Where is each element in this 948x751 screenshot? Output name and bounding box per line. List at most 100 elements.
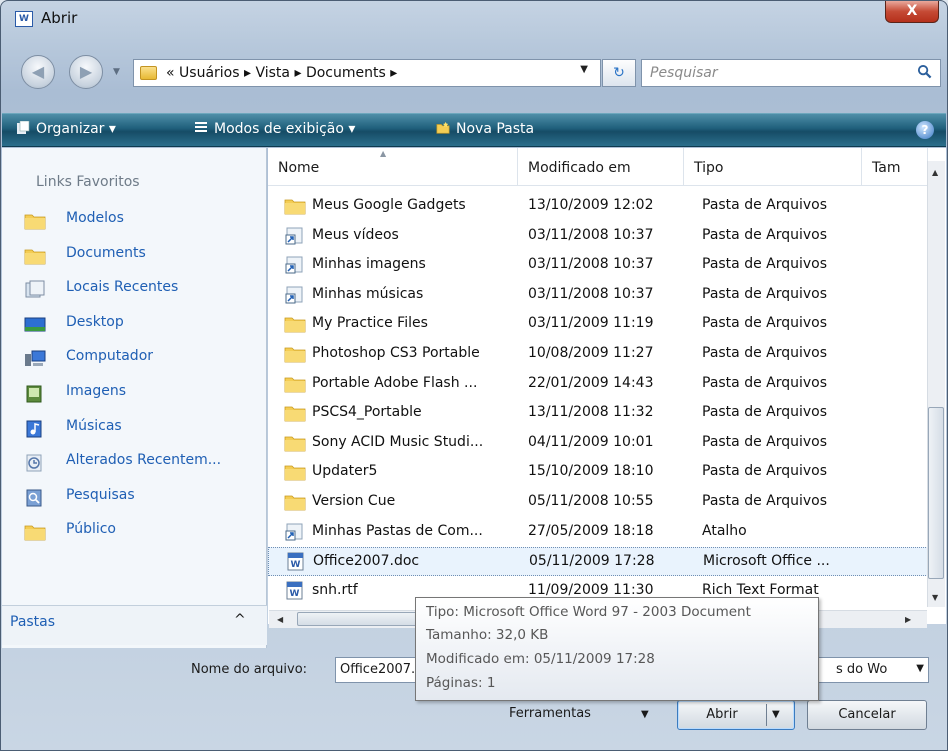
file-modified: 13/11/2008 11:32 <box>528 404 654 421</box>
sidebar-item-locais-recentes[interactable]: Locais Recentes <box>24 278 264 300</box>
window-title: Abrir <box>41 9 78 27</box>
file-row[interactable]: Minhas Pastas de Com... 27/05/2009 18:18 A… <box>268 518 928 547</box>
file-type: Pasta de Arquivos <box>702 433 828 450</box>
computer-icon <box>24 349 46 367</box>
sidebar-item-musicas[interactable]: Músicas <box>24 417 264 439</box>
file-row[interactable]: Sony ACID Music Studi... 04/11/2009 10:01… <box>268 429 928 458</box>
navigation-pane: Links Favoritos Modelos Documents Locais R… <box>2 148 267 648</box>
column-header-modified[interactable]: Modificado em <box>518 148 684 186</box>
sidebar-item-publico[interactable]: Público <box>24 520 264 542</box>
folder-icon <box>24 522 46 541</box>
recent-places-icon <box>24 280 46 298</box>
folders-label: Pastas <box>10 614 56 630</box>
desktop-icon <box>24 315 46 333</box>
breadcrumb-overflow[interactable]: « <box>166 65 175 81</box>
shortcut-icon <box>284 226 304 245</box>
word-app-icon: W <box>15 11 33 27</box>
scroll-left-icon[interactable]: ◀ <box>277 615 283 624</box>
recently-changed-icon <box>24 453 46 472</box>
vertical-scroll-thumb[interactable] <box>928 407 944 579</box>
file-name: PSCS4_Portable <box>312 404 422 421</box>
chevron-up-icon: ^ <box>234 612 246 628</box>
recent-pages-dropdown[interactable]: ▼ <box>113 67 120 77</box>
search-box[interactable]: Pesquisar <box>641 59 941 87</box>
scroll-down-icon[interactable]: ▼ <box>932 593 938 602</box>
close-button[interactable]: X <box>885 1 939 23</box>
file-row[interactable]: Portable Adobe Flash ... 22/01/2009 14:43… <box>268 370 928 399</box>
file-row[interactable]: Version Cue 05/11/2008 10:55 Pasta de Arqu… <box>268 488 928 517</box>
open-options-dropdown-icon[interactable]: ▼ <box>772 701 780 729</box>
breadcrumb-separator[interactable]: ▸ <box>244 65 251 81</box>
sidebar-item-modelos[interactable]: Modelos <box>24 209 264 231</box>
forward-button[interactable]: ▶ <box>69 55 103 89</box>
file-modified: 03/11/2008 10:37 <box>528 285 654 302</box>
filetype-select[interactable]: s do Wo ▼ <box>801 657 929 683</box>
breadcrumb-item-usuarios[interactable]: Usuários <box>179 65 240 81</box>
sidebar-item-imagens[interactable]: Imagens <box>24 382 264 404</box>
file-name: Sony ACID Music Studi... <box>312 433 484 450</box>
refresh-icon: ↻ <box>613 65 625 81</box>
file-row[interactable]: Minhas imagens 03/11/2008 10:37 Pasta de A… <box>268 251 928 280</box>
sort-ascending-icon: ▲ <box>380 149 387 158</box>
address-dropdown-icon[interactable]: ▼ <box>580 64 588 75</box>
search-icon[interactable] <box>917 64 932 79</box>
breadcrumb-item-documents[interactable]: Documents <box>306 65 386 81</box>
tools-button[interactable]: Ferramentas <box>509 706 591 721</box>
shortcut-icon <box>284 285 304 304</box>
new-folder-button[interactable]: Nova Pasta <box>436 121 534 137</box>
file-row[interactable]: Photoshop CS3 Portable 10/08/2009 11:27 Pa… <box>268 340 928 369</box>
file-row[interactable]: Minhas músicas 03/11/2008 10:37 Pasta de A… <box>268 281 928 310</box>
file-row[interactable]: Updater5 15/10/2009 18:10 Pasta de Arquivo… <box>268 458 928 487</box>
sidebar-item-desktop[interactable]: Desktop <box>24 313 264 335</box>
folder-icon <box>284 492 306 511</box>
file-row[interactable]: Meus vídeos 03/11/2008 10:37 Pasta de Arqu… <box>268 222 928 251</box>
folders-toggle[interactable]: Pastas ^ <box>2 605 267 645</box>
breadcrumb-item-vista[interactable]: Vista <box>255 65 290 81</box>
sidebar-item-alterados-recentem[interactable]: Alterados Recentem... <box>24 451 264 473</box>
scroll-up-icon[interactable]: ▲ <box>932 168 938 177</box>
search-input[interactable]: Pesquisar <box>650 65 718 81</box>
tooltip-size: Tamanho: 32,0 KB <box>426 627 549 643</box>
file-row[interactable]: PSCS4_Portable 13/11/2008 11:32 Pasta de A… <box>268 399 928 428</box>
cancel-button[interactable]: Cancelar <box>807 700 927 730</box>
organize-button[interactable]: Organizar ▾ <box>16 121 116 137</box>
file-modified: 27/05/2009 18:18 <box>528 522 654 539</box>
folder-icon <box>284 433 306 452</box>
sidebar-item-label: Modelos <box>66 210 124 226</box>
file-type: Pasta de Arquivos <box>702 256 828 273</box>
back-button[interactable]: ◀ <box>21 55 55 89</box>
chevron-down-icon[interactable]: ▼ <box>641 709 649 720</box>
file-modified: 05/11/2009 17:28 <box>529 553 655 570</box>
file-name: Minhas Pastas de Com... <box>312 522 483 539</box>
file-row[interactable]: Meus Google Gadgets 13/10/2009 12:02 Pasta… <box>268 192 928 221</box>
refresh-button[interactable]: ↻ <box>602 59 636 87</box>
sidebar-item-computador[interactable]: Computador <box>24 347 264 369</box>
new-folder-icon <box>436 121 450 134</box>
breadcrumb-separator[interactable]: ▸ <box>294 65 301 81</box>
help-icon[interactable]: ? <box>916 121 934 139</box>
column-header-name[interactable]: Nome ▲ <box>268 148 518 186</box>
open-button[interactable]: Abrir ▼ <box>677 700 795 730</box>
column-header-type[interactable]: Tipo <box>684 148 862 186</box>
back-arrow-icon: ◀ <box>31 62 45 81</box>
favorites-header: Links Favoritos <box>36 174 140 190</box>
breadcrumb-separator[interactable]: ▸ <box>390 65 397 81</box>
file-name: Minhas músicas <box>312 285 424 302</box>
file-row[interactable]: My Practice Files 03/11/2009 11:19 Pasta d… <box>268 310 928 339</box>
address-bar[interactable]: « Usuários ▸ Vista ▸ Documents ▸ ▼ <box>133 59 601 87</box>
file-name: Portable Adobe Flash ... <box>312 374 478 391</box>
searches-icon <box>24 488 46 507</box>
file-name: Office2007.doc <box>313 553 420 570</box>
sidebar-item-documents[interactable]: Documents <box>24 244 264 266</box>
file-row[interactable]: W Office2007.doc 05/11/2009 17:28 Microsoft… <box>268 547 928 577</box>
shortcut-icon <box>284 255 304 274</box>
scroll-right-icon[interactable]: ▶ <box>905 615 911 624</box>
file-type: Rich Text Format <box>702 581 819 598</box>
column-header-size[interactable]: Tam <box>862 148 928 186</box>
file-type: Microsoft Office ... <box>703 553 830 570</box>
folder-icon <box>284 196 306 215</box>
views-button[interactable]: Modos de exibição ▾ <box>194 121 355 137</box>
sidebar-item-pesquisas[interactable]: Pesquisas <box>24 486 264 508</box>
file-modified: 10/08/2009 11:27 <box>528 345 654 361</box>
sidebar-item-label: Alterados Recentem... <box>66 452 222 469</box>
